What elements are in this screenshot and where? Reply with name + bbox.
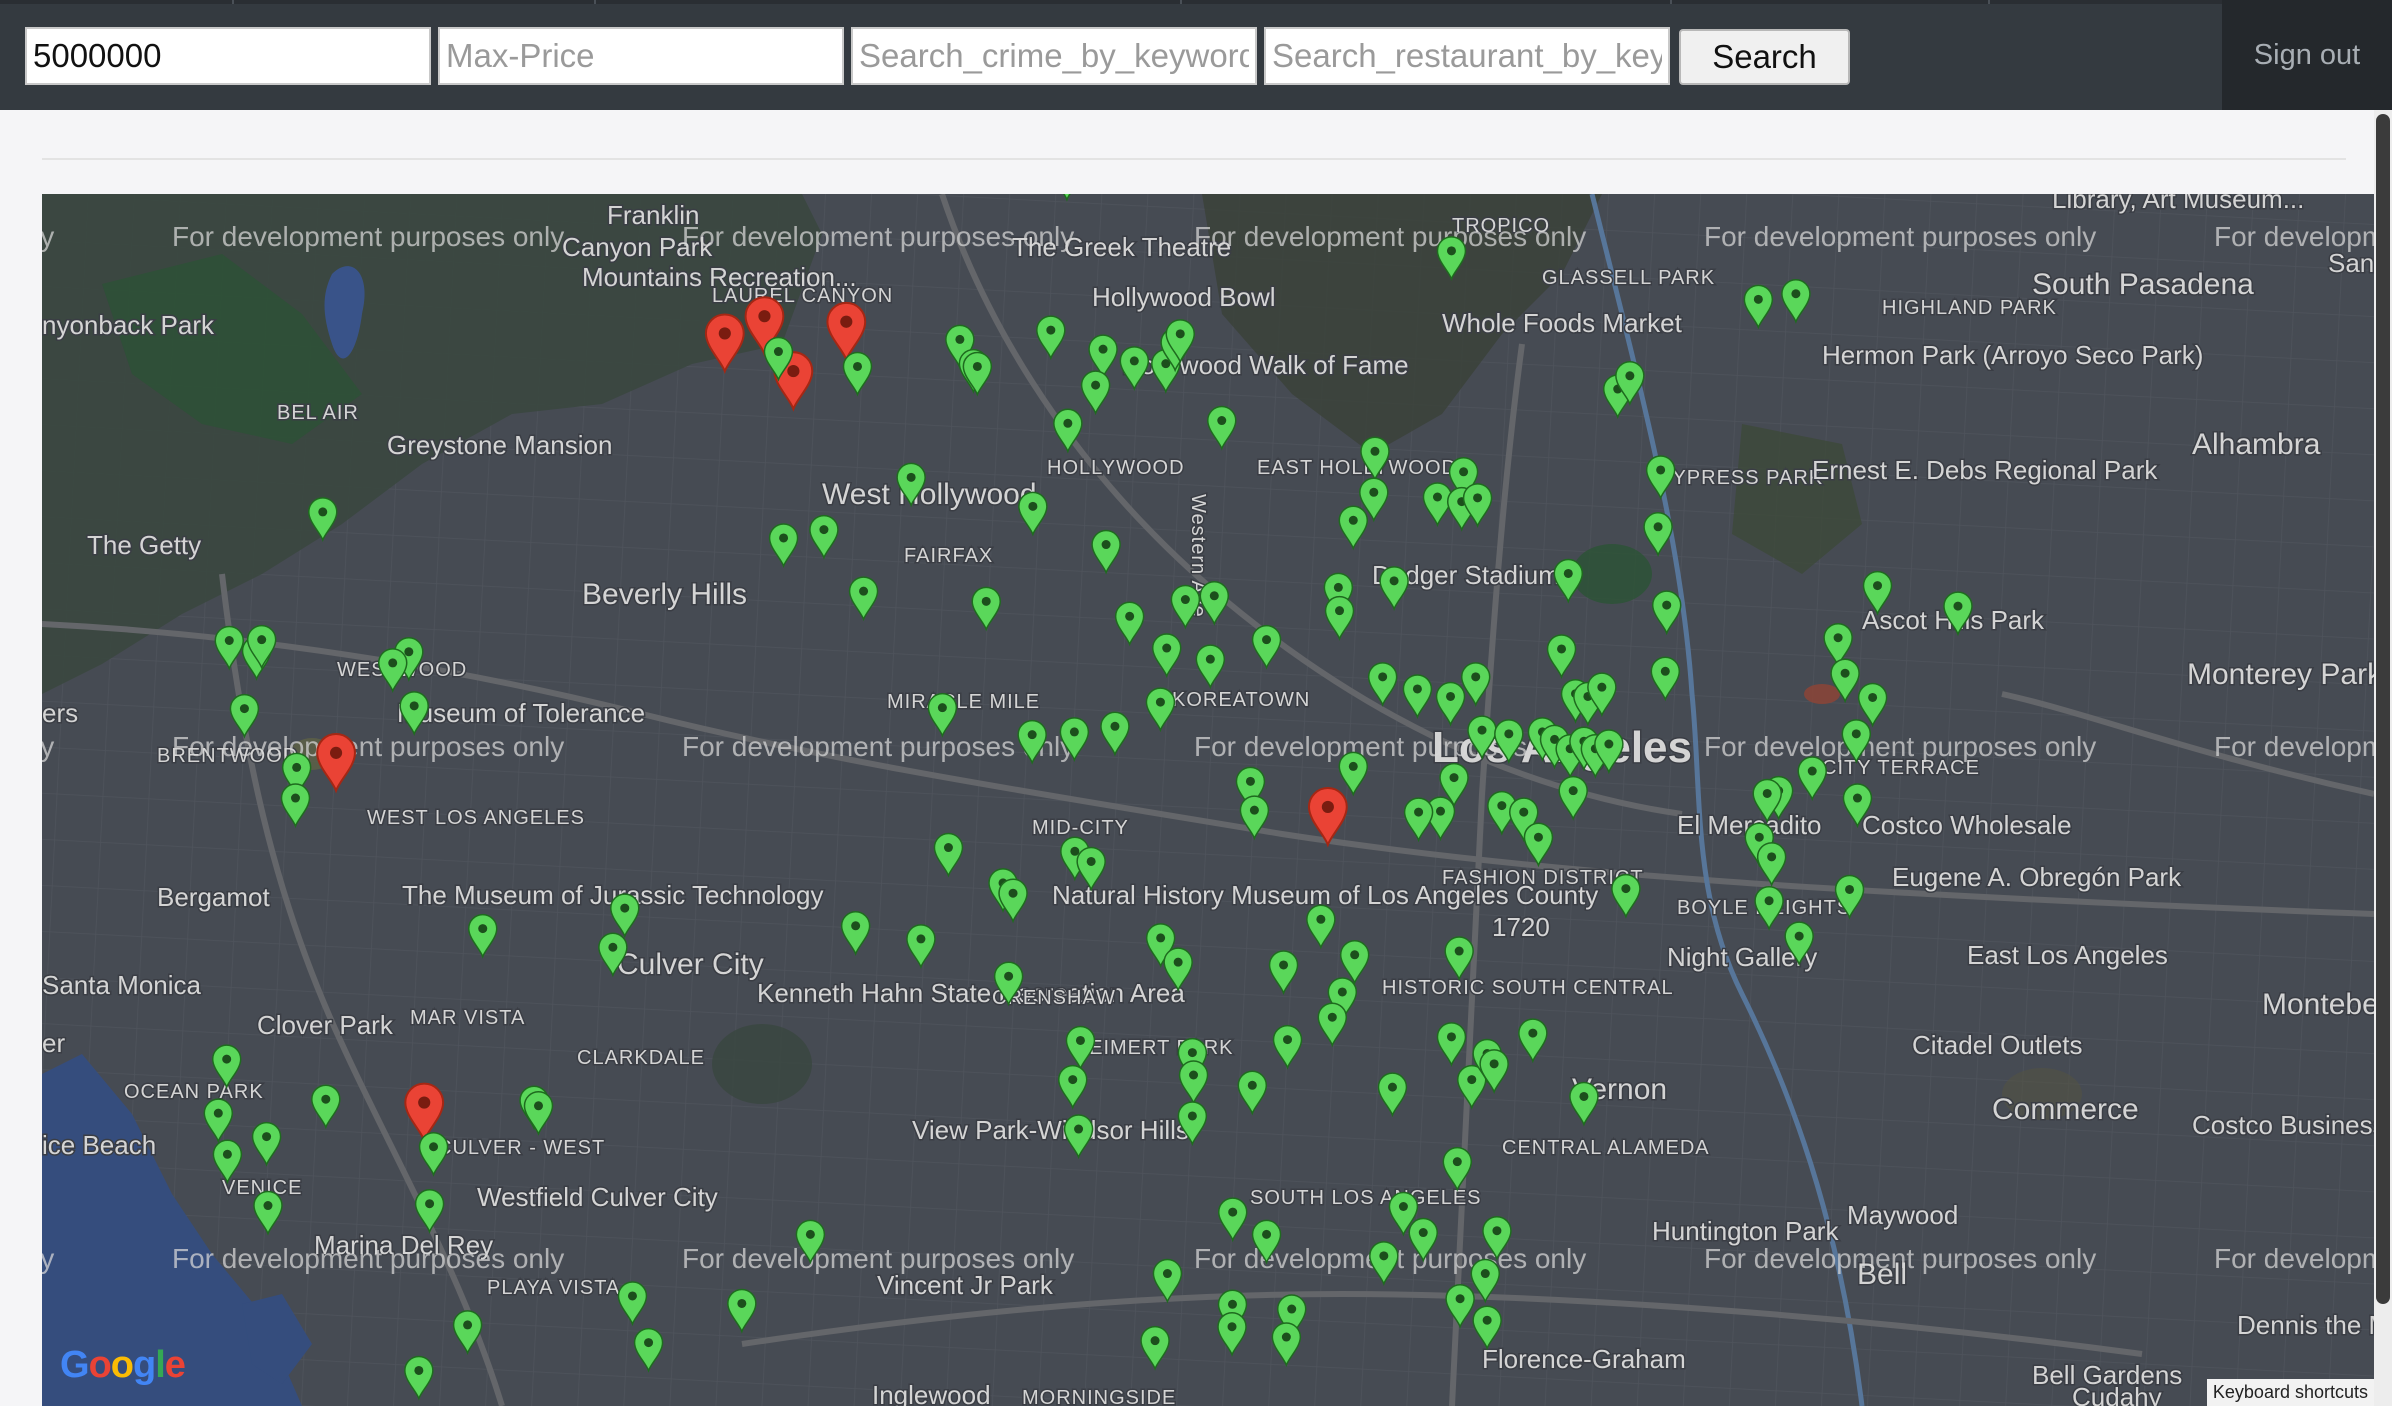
google-map[interactable]: Franklin Canyon Park Mountains Recreatio… [42,194,2374,1406]
min-price-input[interactable] [25,27,431,85]
google-logo: Google [60,1344,186,1386]
sign-out-link[interactable]: Sign out [2222,0,2392,110]
max-price-input[interactable] [438,27,844,85]
keyboard-shortcuts-link[interactable]: Keyboard shortcuts [2206,1379,2374,1406]
restaurant-keyword-input[interactable] [1264,27,1670,85]
crime-keyword-input[interactable] [851,27,1257,85]
page-scrollbar[interactable] [2374,110,2392,1406]
page-scrollbar-thumb[interactable] [2376,114,2390,1304]
top-navbar: Search Sign out [0,0,2392,110]
search-button[interactable]: Search [1679,29,1850,85]
dev-tint-overlay [42,194,2374,1406]
content-divider [42,158,2346,160]
map-canvas[interactable]: Franklin Canyon Park Mountains Recreatio… [42,194,2374,1406]
top-tab-strip [0,0,2392,4]
